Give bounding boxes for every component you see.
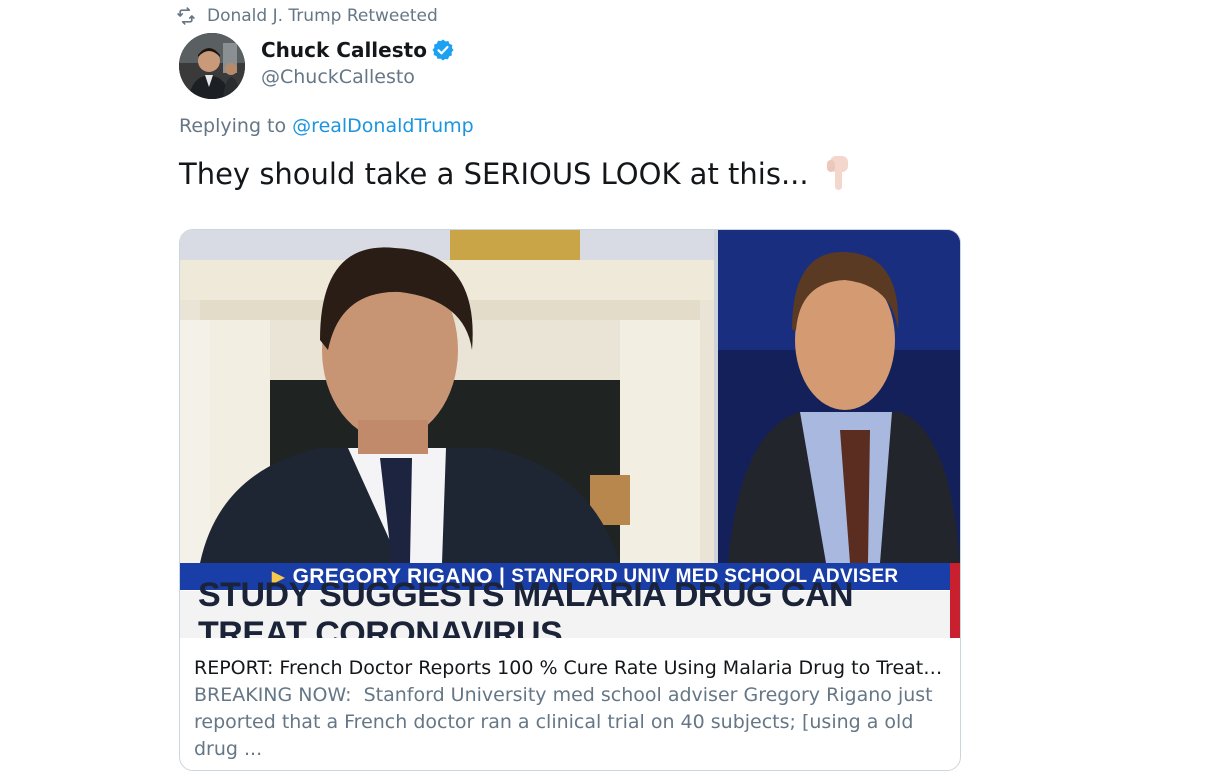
reply-mention-link[interactable]: @realDonaldTrump [292, 115, 474, 137]
verified-badge-icon [432, 39, 454, 61]
retweet-indicator[interactable]: Donald J. Trump Retweeted [176, 4, 438, 28]
author-name-text: Chuck Callesto [261, 38, 427, 62]
replying-to: Replying to @realDonaldTrump [179, 115, 474, 137]
chyron-red-edge [950, 563, 960, 638]
avatar[interactable] [179, 33, 245, 99]
avatar-photo [179, 33, 245, 99]
author-handle[interactable]: @ChuckCallesto [261, 66, 415, 88]
replying-prefix: Replying to [179, 115, 287, 137]
link-card[interactable]: ▶ GREGORY RIGANO | STANFORD UNIV MED SCH… [179, 229, 961, 771]
card-text[interactable]: REPORT: French Doctor Reports 100 % Cure… [194, 654, 948, 763]
tweet-text: They should take a SERIOUS LOOK at this.… [179, 154, 855, 194]
card-description: BREAKING NOW: Stanford University med sc… [194, 684, 939, 760]
card-media[interactable]: ▶ GREGORY RIGANO | STANFORD UNIV MED SCH… [180, 230, 960, 638]
retweet-label: Donald J. Trump Retweeted [207, 6, 438, 26]
pointing-down-icon [826, 156, 848, 190]
chyron-headline: STUDY SUGGESTS MALARIA DRUG CAN TREAT CO… [180, 576, 950, 638]
author-name[interactable]: Chuck Callesto [261, 38, 455, 62]
retweet-icon [177, 7, 195, 25]
tweet-body: They should take a SERIOUS LOOK at this.… [179, 157, 809, 191]
card-title: REPORT: French Doctor Reports 100 % Cure… [194, 657, 948, 679]
